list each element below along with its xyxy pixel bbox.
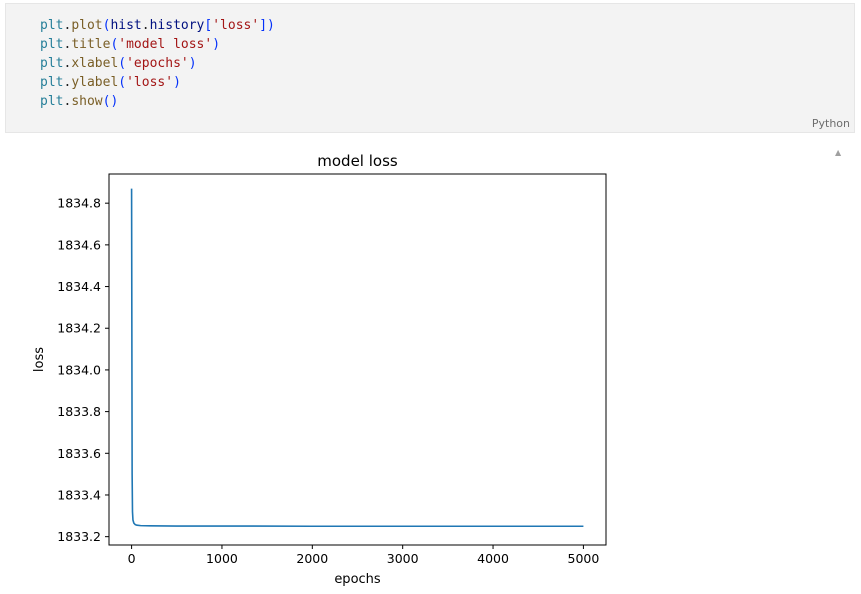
code-token: 'epochs' xyxy=(126,56,189,71)
code-editor[interactable]: plt.plot(hist.history['loss']) plt.title(… xyxy=(40,16,275,111)
x-tick-label: 1000 xyxy=(206,551,238,566)
code-token: ) xyxy=(173,75,181,90)
loss-chart: model loss 0 1000 2000 3000 4000 5000 1833.2 183… xyxy=(32,152,607,587)
code-line: plt.xlabel('epochs') xyxy=(40,54,275,73)
language-label[interactable]: Python xyxy=(812,117,850,130)
code-cell[interactable]: plt.plot(hist.history['loss']) plt.title(… xyxy=(5,3,855,133)
cell-output: model loss 0 1000 2000 3000 4000 5000 1833.2 183… xyxy=(0,140,640,590)
code-token: xlabel xyxy=(71,56,119,71)
y-tick-label: 1834.4 xyxy=(57,279,101,294)
code-token: ( xyxy=(118,75,127,90)
code-token: hist xyxy=(110,18,142,33)
collapse-up-icon[interactable]: ▲ xyxy=(835,148,841,157)
code-token: ]) xyxy=(259,18,275,33)
y-tick-label: 1833.2 xyxy=(57,529,101,544)
code-token: plot xyxy=(71,18,103,33)
code-token: 'model loss' xyxy=(118,37,213,52)
x-tick-label: 2000 xyxy=(296,551,328,566)
code-token: plt xyxy=(40,18,64,33)
y-tick-label: 1834.0 xyxy=(57,362,101,377)
code-token: ( xyxy=(118,56,127,71)
y-tick-label: 1834.2 xyxy=(57,321,101,336)
code-token: . xyxy=(141,18,150,33)
y-axis-label: loss xyxy=(32,347,47,372)
code-line: plt.show() xyxy=(40,92,275,111)
code-line: plt.plot(hist.history['loss']) xyxy=(40,16,275,35)
y-tick-label: 1833.6 xyxy=(57,446,101,461)
code-token: 'loss' xyxy=(212,18,260,33)
x-tick-label: 0 xyxy=(128,551,136,566)
y-tick-label: 1834.8 xyxy=(57,196,101,211)
code-token: plt xyxy=(40,75,64,90)
loss-series-line xyxy=(130,188,584,528)
x-tick-label: 5000 xyxy=(568,551,600,566)
code-token: () xyxy=(102,94,119,109)
code-line: plt.title('model loss') xyxy=(40,35,275,54)
code-token: ylabel xyxy=(71,75,119,90)
y-tick-label: 1833.8 xyxy=(57,404,101,419)
code-token: show xyxy=(71,94,103,109)
code-token: ) xyxy=(212,37,221,52)
code-token: plt xyxy=(40,37,64,52)
chart-title: model loss xyxy=(317,152,398,170)
code-token: plt xyxy=(40,94,64,109)
code-token: 'loss' xyxy=(126,75,174,90)
x-tick-label: 3000 xyxy=(387,551,419,566)
y-tick-label: 1833.4 xyxy=(57,487,101,502)
plot-frame xyxy=(108,173,607,546)
code-token: ) xyxy=(188,56,197,71)
code-token: history xyxy=(149,18,205,33)
y-tick-label: 1834.6 xyxy=(57,237,101,252)
code-token: plt xyxy=(40,56,64,71)
x-tick-label: 4000 xyxy=(477,551,509,566)
code-token: title xyxy=(71,37,111,52)
code-line: plt.ylabel('loss') xyxy=(40,73,275,92)
x-axis-label: epochs xyxy=(334,572,381,587)
